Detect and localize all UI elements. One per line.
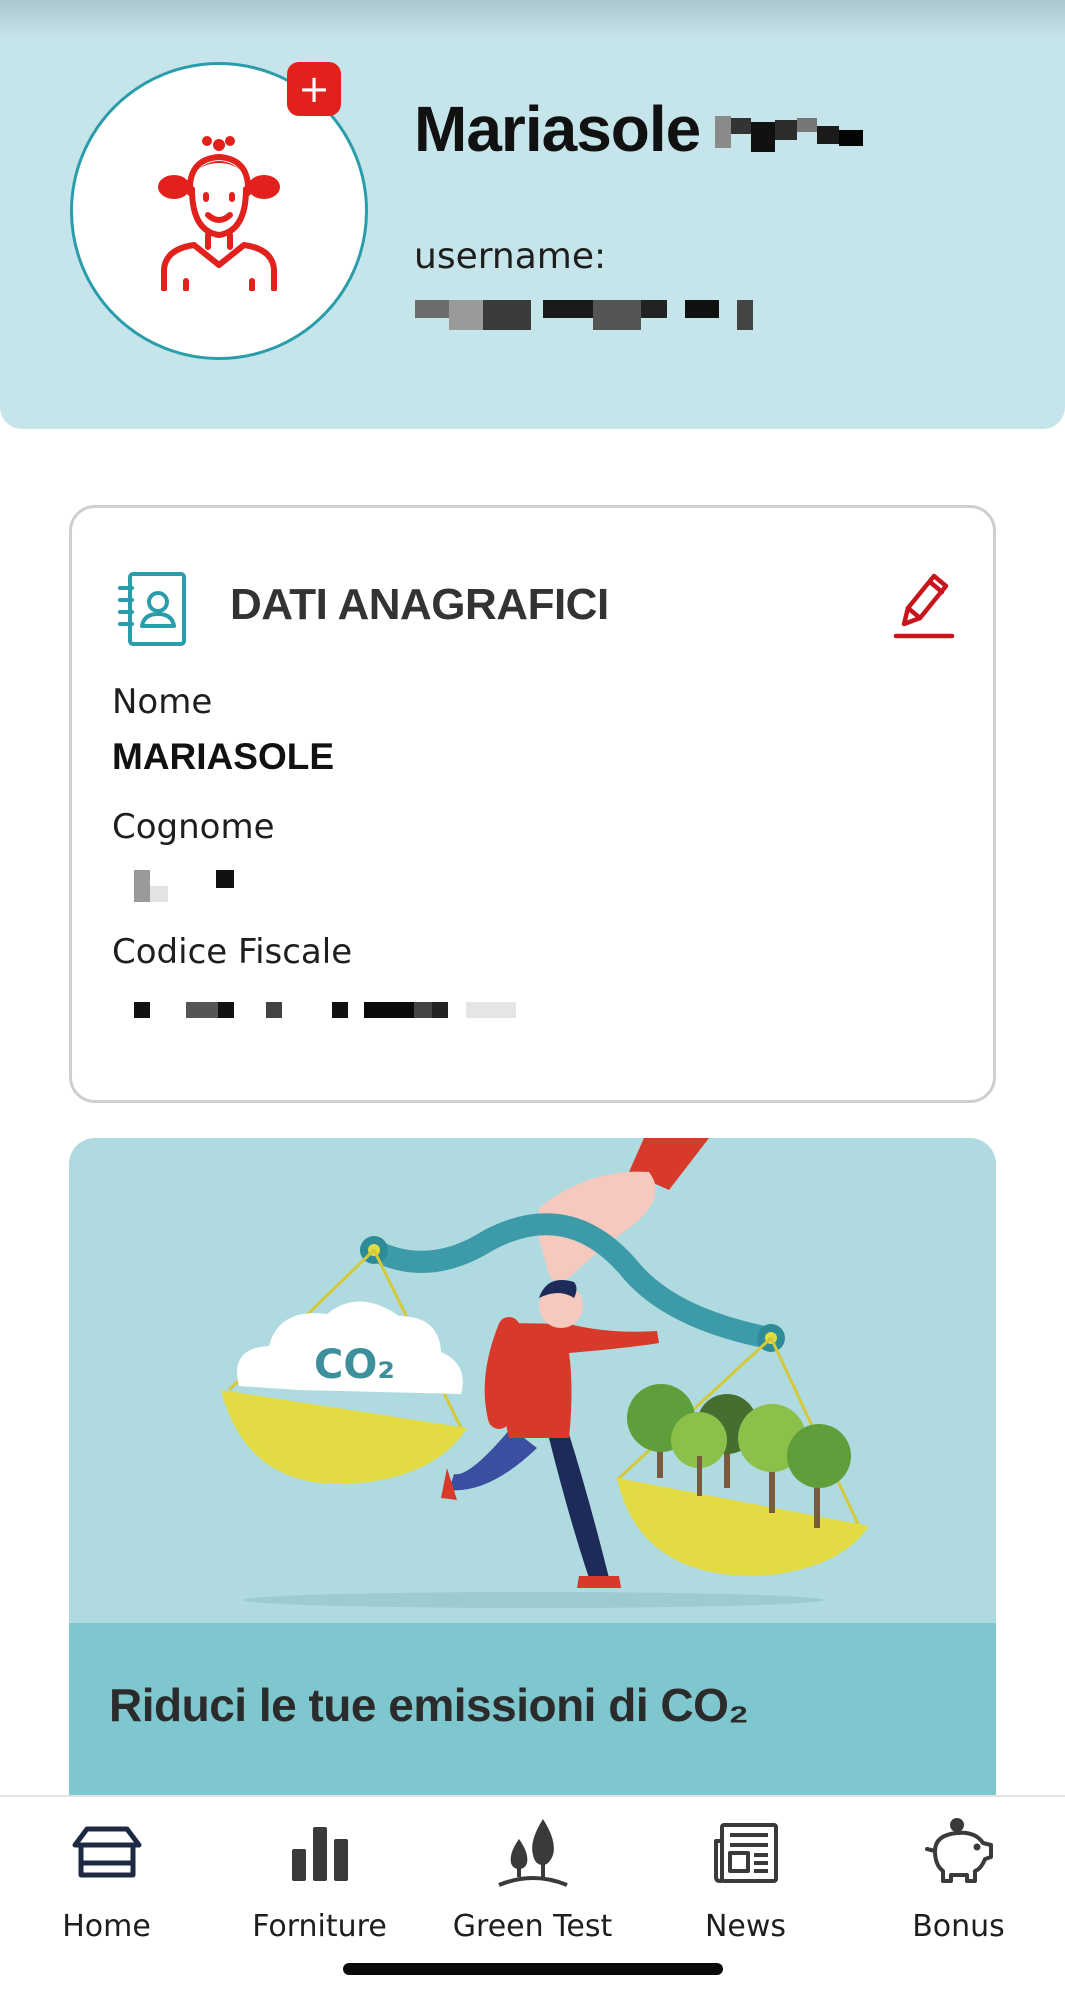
edit-pencil-icon[interactable]: [890, 570, 956, 642]
tab-news-label: News: [704, 1909, 787, 1944]
add-photo-button[interactable]: +: [287, 62, 341, 116]
tab-home[interactable]: Home: [0, 1815, 213, 1965]
trees-icon: [497, 1819, 568, 1887]
bar-chart-icon: [291, 1827, 348, 1881]
field-value-nome: MARIASOLE: [112, 736, 334, 777]
co2-promo-card[interactable]: CO₂ Riduci le tue emissioni di CO₂: [69, 1138, 996, 1858]
plus-icon: +: [298, 67, 330, 111]
field-label-cognome: Cognome: [112, 807, 275, 847]
redacted-surname: [715, 116, 863, 152]
card-title: DATI ANAGRAFICI: [230, 580, 609, 629]
co2-cloud-label: CO₂: [314, 1342, 395, 1388]
tab-home-label: Home: [62, 1909, 151, 1944]
field-label-nome: Nome: [112, 682, 213, 722]
home-indicator: [343, 1963, 723, 1975]
redacted-cognome: [134, 870, 234, 902]
username-label: username:: [414, 236, 607, 277]
tab-news[interactable]: News: [639, 1815, 852, 1965]
home-icon: [72, 1826, 141, 1878]
co2-balance-illustration: CO₂: [221, 1138, 869, 1608]
newspaper-icon: [713, 1823, 778, 1883]
girl-avatar-icon: [158, 136, 280, 291]
profile-header: + Mariasole username:: [0, 0, 1065, 429]
contact-book-icon: [118, 572, 186, 646]
promo-title: Riduci le tue emissioni di CO₂: [109, 1679, 749, 1731]
tab-green-test-label: Green Test: [452, 1909, 613, 1944]
redacted-codice-fiscale: [134, 1002, 516, 1018]
tab-green-test[interactable]: Green Test: [426, 1815, 639, 1965]
piggy-bank-icon: [924, 1818, 993, 1883]
tab-bonus-label: Bonus: [912, 1909, 1005, 1944]
field-label-codice-fiscale: Codice Fiscale: [112, 932, 353, 972]
tab-forniture-label: Forniture: [252, 1909, 387, 1944]
tab-bonus[interactable]: Bonus: [852, 1815, 1065, 1965]
personal-data-card: DATI ANAGRAFICI Nome MARIASOLE Cognome C…: [69, 505, 996, 1103]
redacted-username: [415, 300, 753, 330]
tab-forniture[interactable]: Forniture: [213, 1815, 426, 1965]
user-full-name: Mariasole: [414, 93, 701, 165]
